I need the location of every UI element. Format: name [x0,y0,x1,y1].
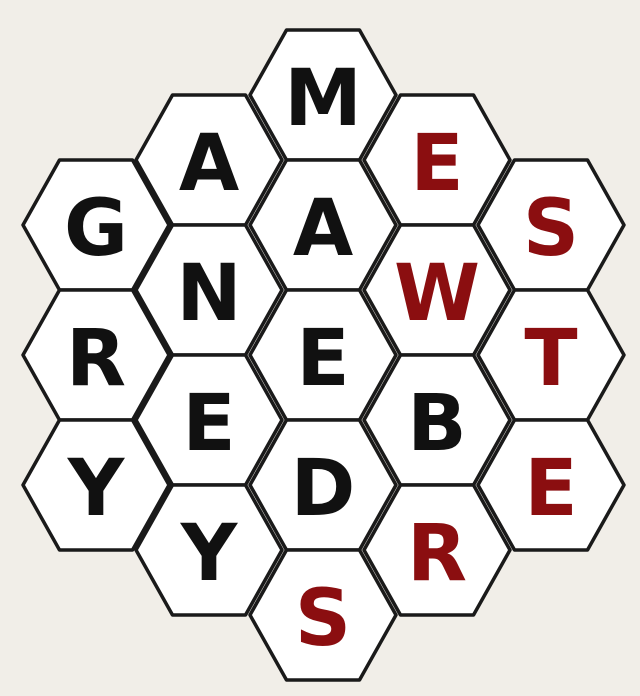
hex-letter-board: GRYANEYMAEDSEWBRSTE [0,0,640,696]
hex-cell-letter: A [179,119,239,209]
hex-cell-letter: T [524,314,577,404]
hex-cell-letter: E [296,314,349,404]
hex-cell-letter: M [284,54,362,144]
hex-cell-letter: Y [180,509,239,599]
hex-cell-letter: Y [67,444,126,534]
hex-cell-letter: E [524,444,577,534]
hex-cell-letter: A [293,184,353,274]
hex-cell-letter: S [295,574,351,664]
hex-cell-letter: R [407,509,467,599]
hex-cell-letter: N [176,249,241,339]
hex-cell-letter: G [64,184,128,274]
hex-cell-letter: E [182,379,235,469]
hex-cell-letter: W [394,249,480,339]
hex-cell-letter: B [407,379,466,469]
hex-cell-letter: S [523,184,579,274]
hex-cell-letter: R [66,314,126,404]
hex-cell-letter: D [291,444,356,534]
hex-cell-letter: E [410,119,463,209]
